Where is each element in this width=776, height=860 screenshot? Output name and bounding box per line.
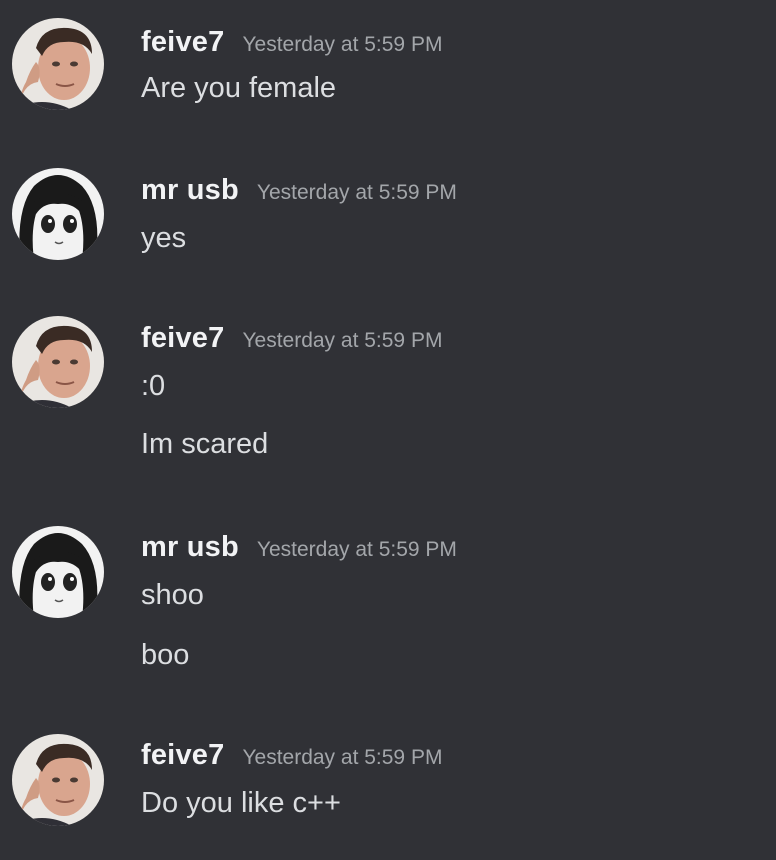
- username[interactable]: mr usb: [141, 174, 239, 206]
- username[interactable]: feive7: [141, 322, 224, 354]
- timestamp: Yesterday at 5:59 PM: [242, 329, 443, 352]
- timestamp: Yesterday at 5:59 PM: [256, 538, 457, 561]
- message-text: Im scared: [141, 428, 269, 460]
- man-photo-avatar-icon: [12, 18, 104, 110]
- avatar[interactable]: [12, 316, 104, 408]
- message-text: yes: [141, 222, 187, 254]
- chat-message-list: feive7 Yesterday at 5:59 PM Are you femal…: [0, 0, 776, 860]
- message-text: boo: [141, 639, 190, 671]
- message-header: feive7 Yesterday at 5:59 PM: [141, 322, 442, 355]
- message-text: shoo: [141, 579, 204, 611]
- timestamp: Yesterday at 5:59 PM: [256, 181, 457, 204]
- message-text: Are you female: [141, 72, 337, 104]
- avatar[interactable]: [12, 526, 104, 618]
- username[interactable]: feive7: [141, 26, 224, 58]
- timestamp: Yesterday at 5:59 PM: [242, 746, 443, 769]
- timestamp: Yesterday at 5:59 PM: [242, 33, 443, 56]
- anime-girl-avatar-icon: [12, 168, 104, 260]
- avatar[interactable]: [12, 168, 104, 260]
- message-header: feive7 Yesterday at 5:59 PM: [141, 26, 442, 59]
- message-header: feive7 Yesterday at 5:59 PM: [141, 739, 442, 772]
- man-photo-avatar-icon: [12, 316, 104, 408]
- avatar[interactable]: [12, 18, 104, 110]
- message-header: mr usb Yesterday at 5:59 PM: [141, 174, 457, 207]
- message-text: :0: [141, 370, 166, 402]
- avatar[interactable]: [12, 734, 104, 826]
- message-header: mr usb Yesterday at 5:59 PM: [141, 531, 457, 564]
- username[interactable]: feive7: [141, 739, 224, 771]
- message-text: Do you like c++: [141, 787, 341, 819]
- username[interactable]: mr usb: [141, 531, 239, 563]
- anime-girl-avatar-icon: [12, 526, 104, 618]
- man-photo-avatar-icon: [12, 734, 104, 826]
